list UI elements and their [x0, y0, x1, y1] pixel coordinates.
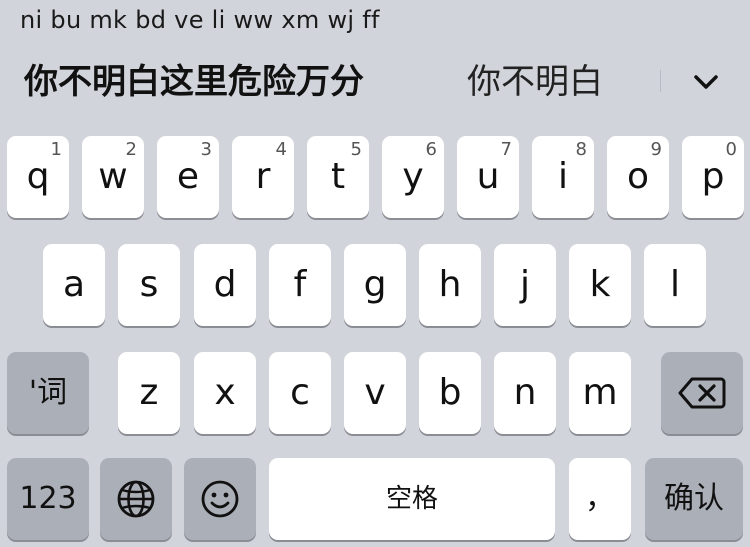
backspace-icon — [678, 377, 726, 409]
key-e[interactable]: e3 — [157, 136, 219, 218]
candidate-2[interactable]: 你不明白 — [467, 58, 603, 106]
key-p[interactable]: p0 — [682, 136, 744, 218]
numbers-key[interactable]: 123 — [7, 458, 89, 540]
expand-candidates-button[interactable] — [684, 62, 728, 102]
key-t[interactable]: t5 — [307, 136, 369, 218]
key-c[interactable]: c — [269, 352, 331, 434]
chevron-down-icon — [694, 75, 718, 89]
key-z[interactable]: z — [118, 352, 180, 434]
confirm-key[interactable]: 确认 — [645, 458, 743, 540]
key-i[interactable]: i8 — [532, 136, 594, 218]
key-g[interactable]: g — [344, 244, 406, 326]
comma-key[interactable]: ， — [569, 458, 631, 540]
key-k[interactable]: k — [569, 244, 631, 326]
key-j[interactable]: j — [494, 244, 556, 326]
key-q[interactable]: q1 — [7, 136, 69, 218]
key-m[interactable]: m — [569, 352, 631, 434]
separator-key[interactable]: '词 — [7, 352, 89, 434]
key-y[interactable]: y6 — [382, 136, 444, 218]
key-b[interactable]: b — [419, 352, 481, 434]
key-h[interactable]: h — [419, 244, 481, 326]
pinyin-composition: ni bu mk bd ve li ww xm wj ff — [20, 6, 380, 34]
key-a[interactable]: a — [43, 244, 105, 326]
key-u[interactable]: u7 — [457, 136, 519, 218]
globe-key[interactable] — [100, 458, 172, 540]
emoji-key[interactable] — [184, 458, 256, 540]
key-v[interactable]: v — [344, 352, 406, 434]
key-n[interactable]: n — [494, 352, 556, 434]
space-key[interactable]: 空格 — [269, 458, 555, 540]
key-w[interactable]: w2 — [82, 136, 144, 218]
candidate-divider — [660, 70, 661, 92]
key-r[interactable]: r4 — [232, 136, 294, 218]
delete-key[interactable] — [661, 352, 743, 434]
key-x[interactable]: x — [194, 352, 256, 434]
key-d[interactable]: d — [194, 244, 256, 326]
key-s[interactable]: s — [118, 244, 180, 326]
key-o[interactable]: o9 — [607, 136, 669, 218]
key-f[interactable]: f — [269, 244, 331, 326]
globe-icon — [117, 480, 155, 518]
emoji-icon — [201, 480, 239, 518]
key-l[interactable]: l — [644, 244, 706, 326]
candidate-1[interactable]: 你不明白这里危险万分 — [24, 58, 364, 106]
